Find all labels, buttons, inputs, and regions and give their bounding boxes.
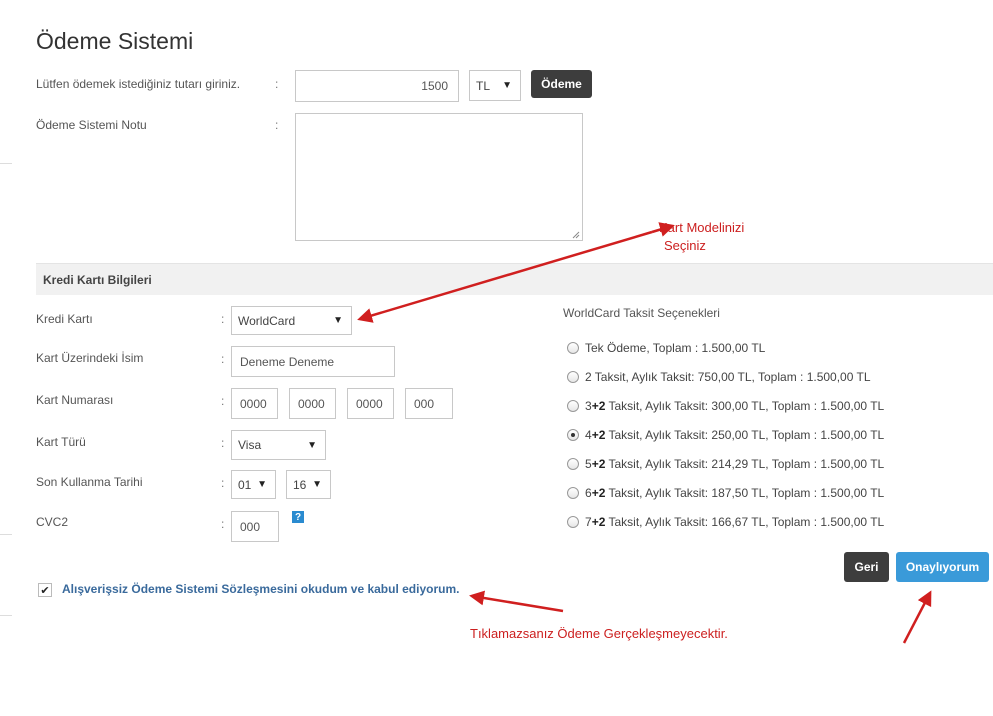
- annotation-arrows: [357, 222, 932, 644]
- arrow-to-confirm: [902, 590, 932, 644]
- arrow-from-card-model: [651, 222, 675, 237]
- arrow-to-agreement: [469, 590, 564, 613]
- arrow-to-card-select: [357, 230, 653, 323]
